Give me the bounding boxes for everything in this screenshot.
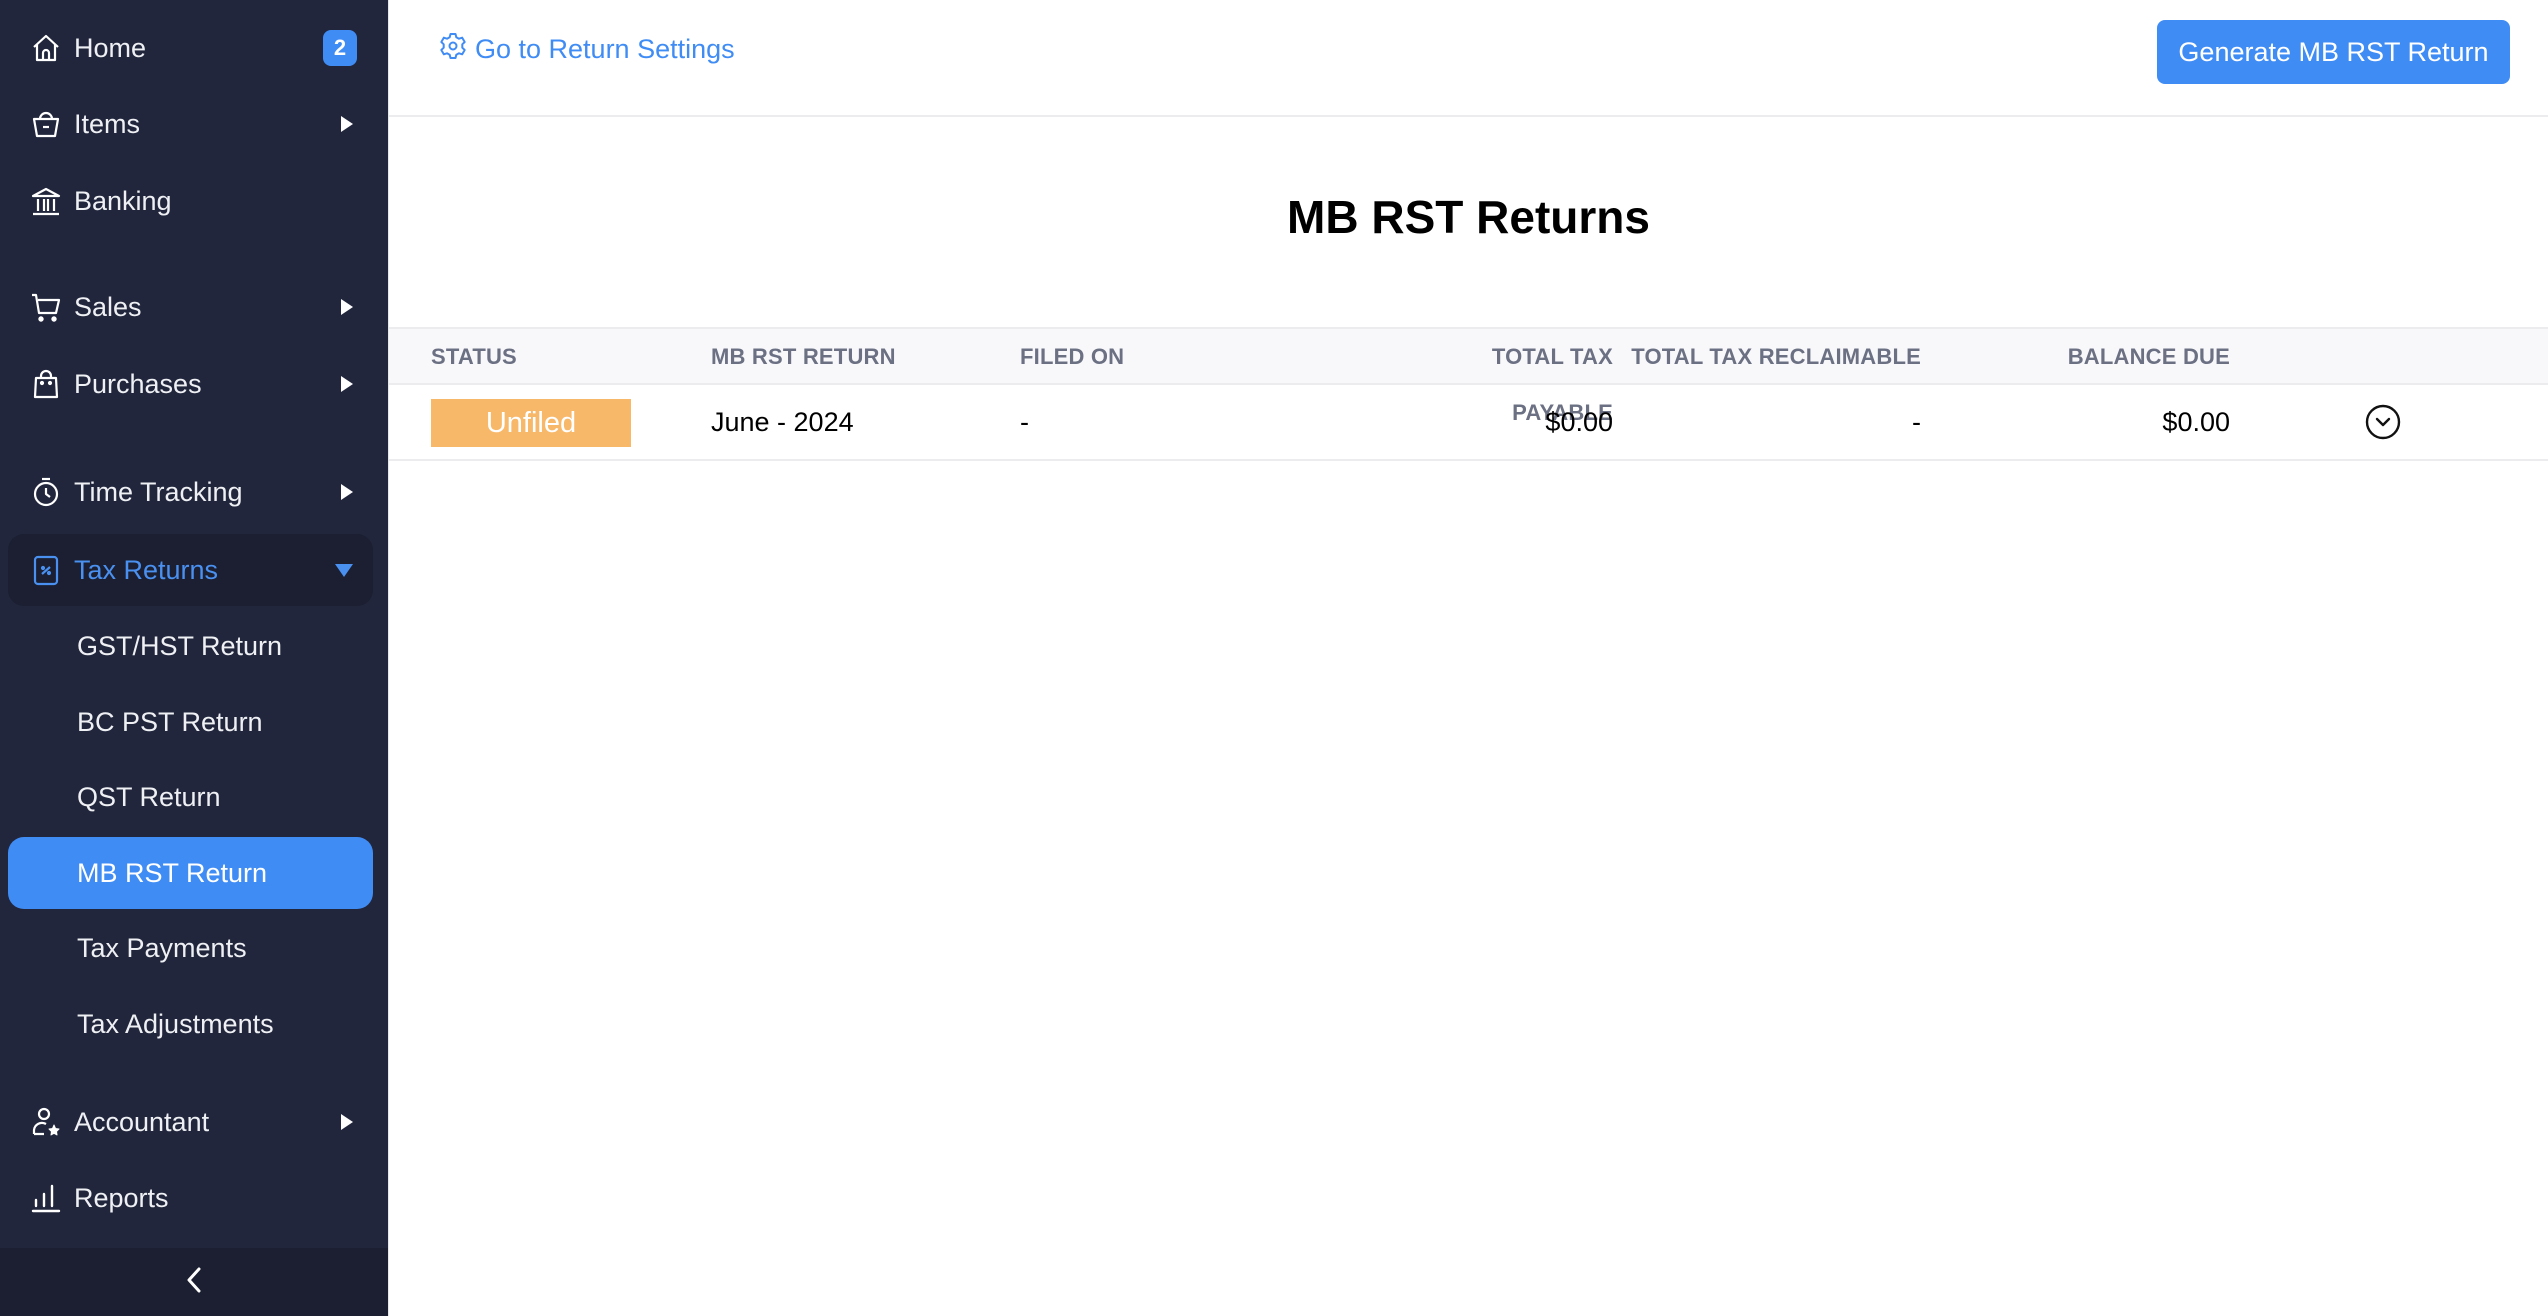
- filed-on: -: [1020, 407, 1029, 437]
- sidebar-item-accountant[interactable]: Accountant: [8, 1086, 373, 1158]
- column-header-return[interactable]: MB RST RETURN: [711, 329, 896, 385]
- balance-due: $0.00: [2162, 407, 2230, 437]
- sidebar-item-label: Time Tracking: [74, 476, 243, 507]
- caret-right-icon: [341, 1114, 353, 1130]
- sidebar-subitem-label: Tax Adjustments: [77, 1008, 274, 1039]
- page-title: MB RST Returns: [1287, 191, 1650, 243]
- caret-down-icon: [335, 563, 353, 577]
- sidebar-subitem-label: GST/HST Return: [77, 630, 283, 661]
- column-header-balance-due[interactable]: BALANCE DUE: [1989, 329, 2230, 385]
- sidebar-item-reports[interactable]: Reports: [8, 1162, 373, 1234]
- generate-return-button[interactable]: Generate MB RST Return: [2157, 20, 2510, 84]
- sidebar-item-items[interactable]: Items: [8, 88, 373, 160]
- stopwatch-icon: [28, 474, 64, 510]
- top-bar: Go to Return Settings Generate MB RST Re…: [389, 0, 2548, 117]
- main-content: Go to Return Settings Generate MB RST Re…: [388, 0, 2548, 1316]
- sidebar-item-home[interactable]: Home 2: [8, 12, 373, 84]
- go-to-return-settings-link[interactable]: Go to Return Settings: [439, 32, 735, 67]
- shopping-bag-icon: [28, 366, 64, 402]
- basket-icon: [28, 106, 64, 142]
- column-header-total-tax-reclaimable[interactable]: TOTAL TAX RECLAIMABLE: [1623, 329, 1921, 385]
- column-header-total-tax-payable[interactable]: TOTAL TAX PAYABLE: [1389, 329, 1613, 425]
- sidebar-item-label: Tax Returns: [74, 554, 219, 585]
- sidebar-item-label: Banking: [74, 185, 172, 216]
- sidebar-subitem-label: MB RST Return: [77, 857, 268, 888]
- sidebar-item-tax-returns[interactable]: Tax Returns: [8, 534, 373, 606]
- sidebar-item-time-tracking[interactable]: Time Tracking: [8, 456, 373, 528]
- caret-right-icon: [341, 484, 353, 500]
- sidebar-item-label: Purchases: [74, 368, 202, 399]
- sidebar-subitem-tax-adjustments[interactable]: Tax Adjustments: [8, 988, 373, 1060]
- bar-chart-icon: [28, 1180, 64, 1216]
- sidebar-collapse-button[interactable]: [0, 1248, 388, 1316]
- notification-badge: 2: [323, 30, 357, 66]
- total-tax-reclaimable: -: [1912, 407, 1921, 437]
- sidebar-item-label: Reports: [74, 1182, 169, 1213]
- sidebar-subitem-label: QST Return: [77, 781, 221, 812]
- sidebar-subitem-gst-hst-return[interactable]: GST/HST Return: [8, 610, 373, 682]
- sidebar-item-label: Items: [74, 108, 141, 139]
- returns-table: STATUS MB RST RETURN FILED ON TOTAL TAX …: [389, 327, 2548, 461]
- accountant-icon: [28, 1104, 64, 1140]
- home-icon: [28, 30, 64, 66]
- row-actions-dropdown[interactable]: [2364, 403, 2402, 441]
- caret-right-icon: [341, 376, 353, 392]
- sidebar-subitem-label: BC PST Return: [77, 706, 263, 737]
- column-header-filed-on[interactable]: FILED ON: [1020, 329, 1124, 385]
- caret-right-icon: [341, 116, 353, 132]
- table-row[interactable]: Unfiled June - 2024 - $0.00 - $0.00: [389, 385, 2548, 461]
- sidebar-subitem-qst-return[interactable]: QST Return: [8, 761, 373, 833]
- tax-percent-icon: [28, 552, 64, 588]
- chevron-down-circle-icon: [2365, 404, 2401, 440]
- sidebar-subitem-label: Tax Payments: [77, 932, 247, 963]
- gear-icon: [439, 32, 475, 67]
- chevron-left-icon: [184, 1266, 204, 1299]
- caret-right-icon: [341, 299, 353, 315]
- sidebar-subitem-mb-rst-return[interactable]: MB RST Return: [8, 837, 373, 909]
- bank-icon: [28, 183, 64, 219]
- sidebar-subitem-bc-pst-return[interactable]: BC PST Return: [8, 686, 373, 758]
- sidebar-item-label: Sales: [74, 291, 142, 322]
- cart-icon: [28, 289, 64, 325]
- sidebar-item-label: Accountant: [74, 1106, 210, 1137]
- table-header: STATUS MB RST RETURN FILED ON TOTAL TAX …: [389, 327, 2548, 425]
- sidebar-item-banking[interactable]: Banking: [8, 165, 373, 237]
- column-header-status[interactable]: STATUS: [431, 329, 517, 385]
- sidebar: Home 2 Items Banking Sales Purchases Tim…: [0, 0, 388, 1316]
- settings-link-label: Go to Return Settings: [475, 34, 735, 64]
- status-badge: Unfiled: [431, 399, 631, 447]
- sidebar-item-label: Home: [74, 32, 147, 63]
- sidebar-subitem-tax-payments[interactable]: Tax Payments: [8, 912, 373, 984]
- sidebar-item-purchases[interactable]: Purchases: [8, 348, 373, 420]
- sidebar-item-sales[interactable]: Sales: [8, 271, 373, 343]
- return-period[interactable]: June - 2024: [711, 385, 854, 459]
- total-tax-payable: $0.00: [1545, 407, 1613, 437]
